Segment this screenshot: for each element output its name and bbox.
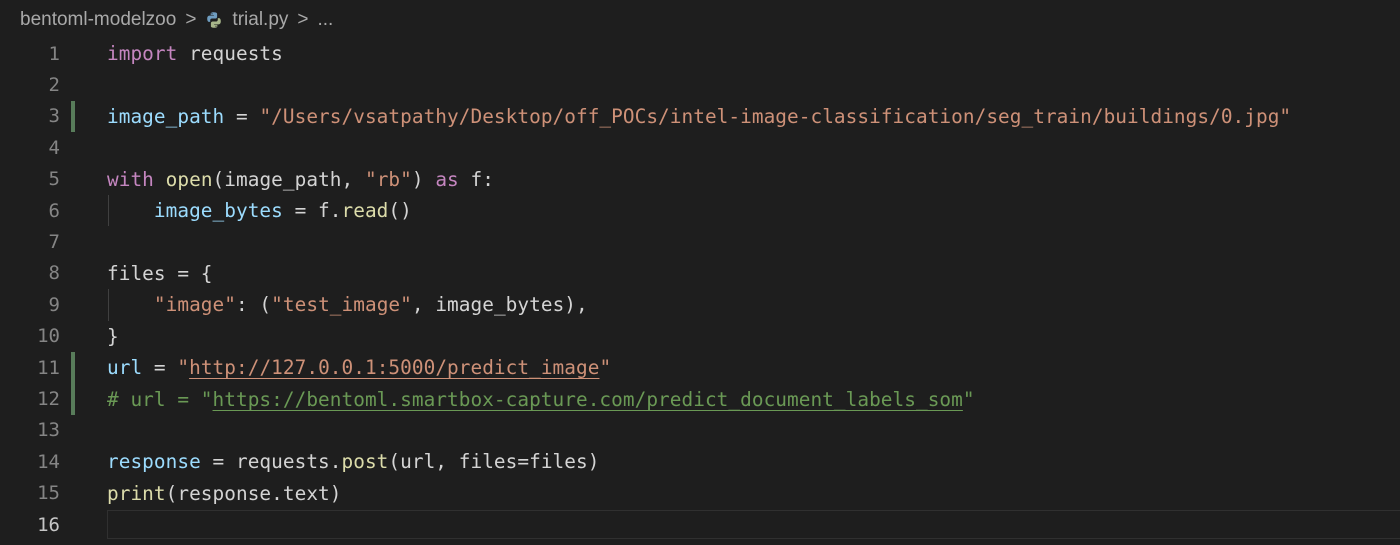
modified-line-indicator[interactable]: [71, 383, 75, 415]
line-number: 12: [37, 388, 60, 411]
breadcrumb: bentoml-modelzoo > trial.py > ...: [0, 0, 1400, 40]
code-text: # url = "https://bentoml.smartbox-captur…: [107, 387, 975, 411]
code-text: "image": ("test_image", image_bytes),: [153, 293, 588, 317]
modified-line-indicator[interactable]: [71, 352, 75, 384]
code-line[interactable]: 15 print(response.text): [0, 478, 1400, 509]
line-number: 7: [48, 231, 60, 254]
line-number: 14: [37, 450, 60, 473]
code-text: image_bytes = f.read(): [153, 199, 412, 223]
line-number: 13: [37, 419, 60, 442]
code-line[interactable]: 13: [0, 415, 1400, 446]
breadcrumb-file[interactable]: trial.py: [205, 9, 288, 31]
current-line-highlight: [107, 510, 1400, 540]
code-text: print(response.text): [107, 481, 342, 505]
line-number: 9: [48, 293, 60, 316]
code-line[interactable]: 7: [0, 226, 1400, 257]
code-line[interactable]: 6 image_bytes = f.read(): [0, 195, 1400, 227]
line-number: 5: [48, 168, 60, 191]
line-number: 4: [48, 136, 60, 159]
commented-url-link[interactable]: https://bentoml.smartbox-capture.com/pre…: [213, 388, 963, 411]
code-text: with open(image_path, "rb") as f:: [107, 167, 494, 191]
code-line-current[interactable]: 16: [0, 509, 1400, 540]
breadcrumb-folder[interactable]: bentoml-modelzoo: [20, 9, 176, 31]
line-number: 16: [37, 513, 60, 536]
code-line[interactable]: 9 "image": ("test_image", image_bytes),: [0, 289, 1400, 321]
breadcrumb-more[interactable]: ...: [318, 9, 334, 31]
code-line[interactable]: 12 # url = "https://bentoml.smartbox-cap…: [0, 383, 1400, 415]
code-line[interactable]: 11 url = "http://127.0.0.1:5000/predict_…: [0, 352, 1400, 384]
line-number: 2: [48, 74, 60, 97]
code-text: url = "http://127.0.0.1:5000/predict_ima…: [107, 356, 612, 380]
url-link[interactable]: http://127.0.0.1:5000/predict_image: [189, 356, 599, 379]
code-line[interactable]: 5 with open(image_path, "rb") as f:: [0, 164, 1400, 195]
code-editor[interactable]: 1 import requests 2 3 image_path = "/Use…: [0, 38, 1400, 545]
breadcrumb-file-label: trial.py: [232, 9, 289, 30]
line-number: 8: [48, 262, 60, 285]
code-line[interactable]: 2: [0, 69, 1400, 100]
code-text: }: [107, 324, 119, 348]
code-text: image_path = "/Users/vsatpathy/Desktop/o…: [107, 104, 1292, 128]
line-number: 3: [48, 105, 60, 128]
line-number: 6: [48, 199, 60, 222]
code-text: response = requests.post(url, files=file…: [107, 450, 600, 474]
python-icon: [207, 12, 222, 28]
line-number: 10: [37, 325, 60, 348]
line-number: 15: [37, 482, 60, 505]
code-line[interactable]: 14 response = requests.post(url, files=f…: [0, 446, 1400, 477]
breadcrumb-separator: >: [297, 9, 309, 30]
modified-line-indicator[interactable]: [71, 100, 75, 133]
code-line[interactable]: 1 import requests: [0, 38, 1400, 69]
code-line[interactable]: 3 image_path = "/Users/vsatpathy/Desktop…: [0, 100, 1400, 133]
code-line[interactable]: 10 }: [0, 321, 1400, 352]
line-number: 1: [48, 42, 60, 65]
code-text: files = {: [107, 261, 213, 285]
code-line[interactable]: 8 files = {: [0, 258, 1400, 289]
line-number: 11: [37, 356, 60, 379]
code-text: import requests: [107, 42, 283, 66]
breadcrumb-separator: >: [185, 9, 197, 30]
code-line[interactable]: 4: [0, 132, 1400, 163]
